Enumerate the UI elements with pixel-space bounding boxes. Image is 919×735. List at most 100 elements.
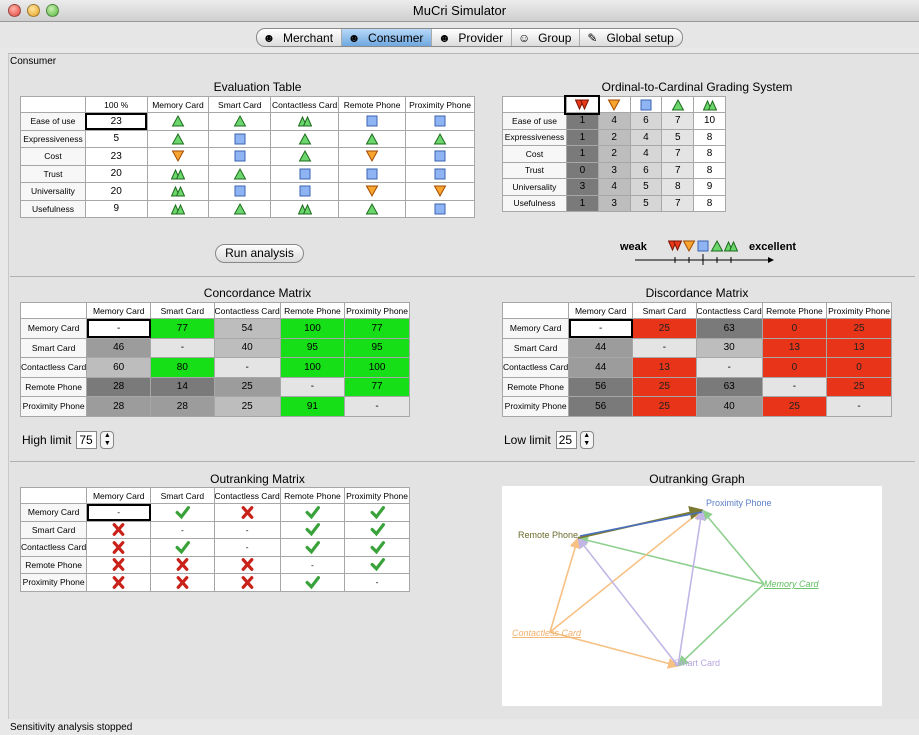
graph-node-label[interactable]: Remote Phone [518,530,578,540]
grade-cell[interactable] [208,164,272,183]
grade-cell[interactable] [270,199,340,218]
grade-cell[interactable] [338,164,407,183]
grade-value-cell[interactable]: 6 [629,112,663,130]
matrix-cell[interactable]: - [632,337,697,358]
outranking-cell[interactable] [86,538,152,557]
matrix-cell[interactable]: 46 [86,337,152,358]
outranking-cell[interactable] [86,555,152,574]
outranking-cell[interactable] [213,573,281,592]
outranking-cell[interactable]: - [150,520,215,539]
grade-cell[interactable] [405,147,475,166]
grade-cell[interactable] [405,199,475,218]
matrix-cell[interactable]: 95 [344,337,410,358]
grade-value-cell[interactable]: 5 [661,128,695,146]
matrix-cell[interactable]: 54 [213,318,281,339]
grade-cell[interactable] [146,182,210,201]
matrix-cell[interactable]: 100 [344,357,410,378]
grade-cell[interactable] [208,147,272,166]
outranking-cell[interactable] [279,520,346,539]
outranking-cell[interactable] [86,520,152,539]
matrix-cell[interactable]: 77 [150,318,215,339]
grade-cell[interactable] [270,182,340,201]
grade-cell[interactable] [338,147,407,166]
matrix-cell[interactable]: 25 [826,376,892,397]
grade-cell[interactable] [208,182,272,201]
matrix-cell[interactable]: 25 [632,376,697,397]
grade-cell[interactable] [338,199,407,218]
matrix-cell[interactable]: 25 [632,396,697,417]
close-window-icon[interactable] [8,4,21,17]
matrix-cell[interactable]: 0 [761,357,828,378]
matrix-cell[interactable]: 44 [568,357,634,378]
matrix-cell[interactable]: - [761,376,828,397]
grade-value-cell[interactable]: 5 [629,194,663,212]
matrix-cell[interactable]: 30 [695,337,763,358]
grade-value-cell[interactable]: 6 [629,161,663,179]
grade-value-cell[interactable]: 2 [597,145,631,163]
grade-value-cell[interactable]: 4 [597,178,631,196]
grade-cell[interactable] [146,112,210,131]
outranking-cell[interactable]: - [344,573,410,592]
weight-cell[interactable]: 23 [84,112,148,131]
zoom-window-icon[interactable] [46,4,59,17]
grade-value-cell[interactable]: 4 [597,112,631,130]
weight-cell[interactable]: 9 [84,199,148,218]
matrix-cell[interactable]: 56 [568,396,634,417]
weight-cell[interactable]: 5 [84,129,148,148]
matrix-cell[interactable]: 0 [761,318,828,339]
grade-value-cell[interactable]: 8 [661,178,695,196]
grade-value-cell[interactable]: 7 [661,161,695,179]
grade-value-cell[interactable]: 3 [565,178,599,196]
weight-cell[interactable]: 23 [84,147,148,166]
matrix-cell[interactable]: 63 [695,318,763,339]
grade-cell[interactable] [146,147,210,166]
high-limit-stepper[interactable]: ▲ ▼ [100,431,115,449]
outranking-cell[interactable] [344,503,410,522]
grade-cell[interactable] [405,112,475,131]
tab-group[interactable]: ☺ Group [512,29,581,46]
outranking-cell[interactable] [150,555,215,574]
matrix-cell[interactable]: 13 [761,337,828,358]
grade-value-cell[interactable]: 1 [565,145,599,163]
graph-node-label[interactable]: Proximity Phone [706,498,772,508]
grade-value-cell[interactable]: 1 [565,112,599,130]
graph-node-label[interactable]: Smart Card [674,658,720,668]
outranking-cell[interactable] [344,555,410,574]
outranking-cell[interactable] [344,538,410,557]
grade-value-cell[interactable]: 3 [597,194,631,212]
outranking-cell[interactable] [279,503,346,522]
matrix-cell[interactable]: - [279,376,346,397]
grade-value-cell[interactable]: 7 [661,194,695,212]
matrix-cell[interactable]: 25 [213,376,281,397]
grade-value-cell[interactable]: 8 [693,128,726,146]
matrix-cell[interactable]: 28 [86,376,152,397]
matrix-cell[interactable]: 77 [344,318,410,339]
matrix-cell[interactable]: 13 [632,357,697,378]
matrix-cell[interactable]: - [344,396,410,417]
matrix-cell[interactable]: 14 [150,376,215,397]
grade-value-cell[interactable]: 3 [597,161,631,179]
grade-value-cell[interactable]: 1 [565,128,599,146]
grade-value-cell[interactable]: 4 [629,145,663,163]
grade-cell[interactable] [208,199,272,218]
grade-cell[interactable] [338,129,407,148]
weight-cell[interactable]: 20 [84,164,148,183]
matrix-cell[interactable]: 25 [761,396,828,417]
matrix-cell[interactable]: 100 [279,357,346,378]
low-limit-input[interactable]: 25 [555,431,577,449]
outranking-cell[interactable] [86,573,152,592]
grade-value-cell[interactable]: 1 [565,194,599,212]
matrix-cell[interactable]: 63 [695,376,763,397]
grade-value-cell[interactable]: 2 [597,128,631,146]
matrix-cell[interactable]: 25 [632,318,697,339]
grade-value-cell[interactable]: 8 [693,161,726,179]
outranking-cell[interactable] [213,555,281,574]
matrix-cell[interactable]: 91 [279,396,346,417]
grade-value-cell[interactable]: 8 [693,194,726,212]
outranking-cell[interactable] [279,538,346,557]
grade-value-cell[interactable]: 10 [693,112,726,130]
matrix-cell[interactable]: - [150,337,215,358]
matrix-cell[interactable]: 28 [150,396,215,417]
grade-cell[interactable] [270,164,340,183]
grade-cell[interactable] [146,164,210,183]
